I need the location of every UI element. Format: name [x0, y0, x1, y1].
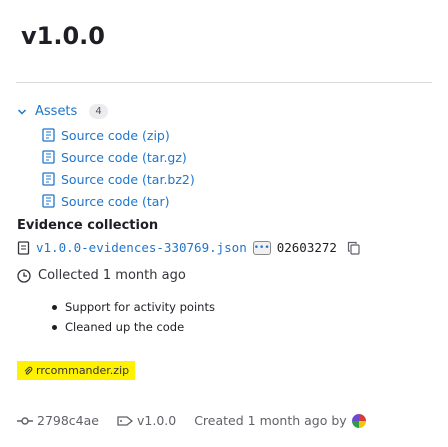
document-icon: [17, 240, 30, 255]
assets-label: Assets: [35, 104, 78, 119]
evidence-collected: Collected 1 month ago: [17, 268, 186, 283]
file-icon: [42, 172, 55, 186]
asset-link-tar-gz[interactable]: Source code (tar.gz): [42, 146, 195, 168]
assets-count-badge: 4: [89, 104, 108, 119]
asset-link-tar[interactable]: Source code (tar): [42, 190, 195, 212]
release-title: v1.0.0: [21, 22, 105, 50]
commit-link[interactable]: 2798c4ae: [37, 413, 99, 428]
commit-icon: [17, 416, 33, 425]
asset-link-zip[interactable]: Source code (zip): [42, 124, 195, 146]
file-icon: [42, 150, 55, 164]
created-text: Created 1 month ago by: [194, 413, 347, 428]
evidence-file-link[interactable]: v1.0.0-evidences-330769.json: [36, 240, 247, 255]
file-icon: [42, 128, 55, 142]
evidence-row: v1.0.0-evidences-330769.json ••• 0260327…: [17, 240, 360, 255]
asset-link-tar-bz2[interactable]: Source code (tar.bz2): [42, 168, 195, 190]
list-item: Support for activity points: [52, 297, 215, 317]
asset-label: Source code (zip): [61, 127, 170, 143]
copy-icon[interactable]: [347, 241, 360, 255]
tag-link[interactable]: v1.0.0: [137, 413, 176, 428]
file-icon: [42, 194, 55, 208]
release-notes: Support for activity points Cleaned up t…: [52, 297, 215, 337]
attachment-link[interactable]: rrcommander.zip: [17, 361, 136, 380]
avatar[interactable]: [351, 413, 366, 428]
asset-label: Source code (tar.gz): [61, 149, 187, 165]
asset-label: Source code (tar): [61, 193, 170, 209]
divider: [16, 82, 432, 83]
tag-icon: [117, 415, 133, 426]
expand-sha-button[interactable]: •••: [252, 240, 271, 255]
collected-text: Collected 1 month ago: [38, 268, 186, 283]
attachment-label: rrcommander.zip: [36, 364, 130, 377]
assets-toggle[interactable]: Assets 4: [17, 104, 108, 119]
list-item: Cleaned up the code: [52, 317, 215, 337]
chevron-down-icon: [17, 108, 27, 115]
release-footer: 2798c4ae v1.0.0 Created 1 month ago by: [17, 413, 366, 428]
paperclip-icon: [24, 366, 33, 375]
assets-list: Source code (zip) Source code (tar.gz) S…: [42, 124, 195, 212]
asset-label: Source code (tar.bz2): [61, 171, 195, 187]
clock-icon: [17, 268, 31, 283]
evidence-sha: 02603272: [276, 240, 337, 255]
evidence-collection-heading: Evidence collection: [17, 218, 159, 233]
